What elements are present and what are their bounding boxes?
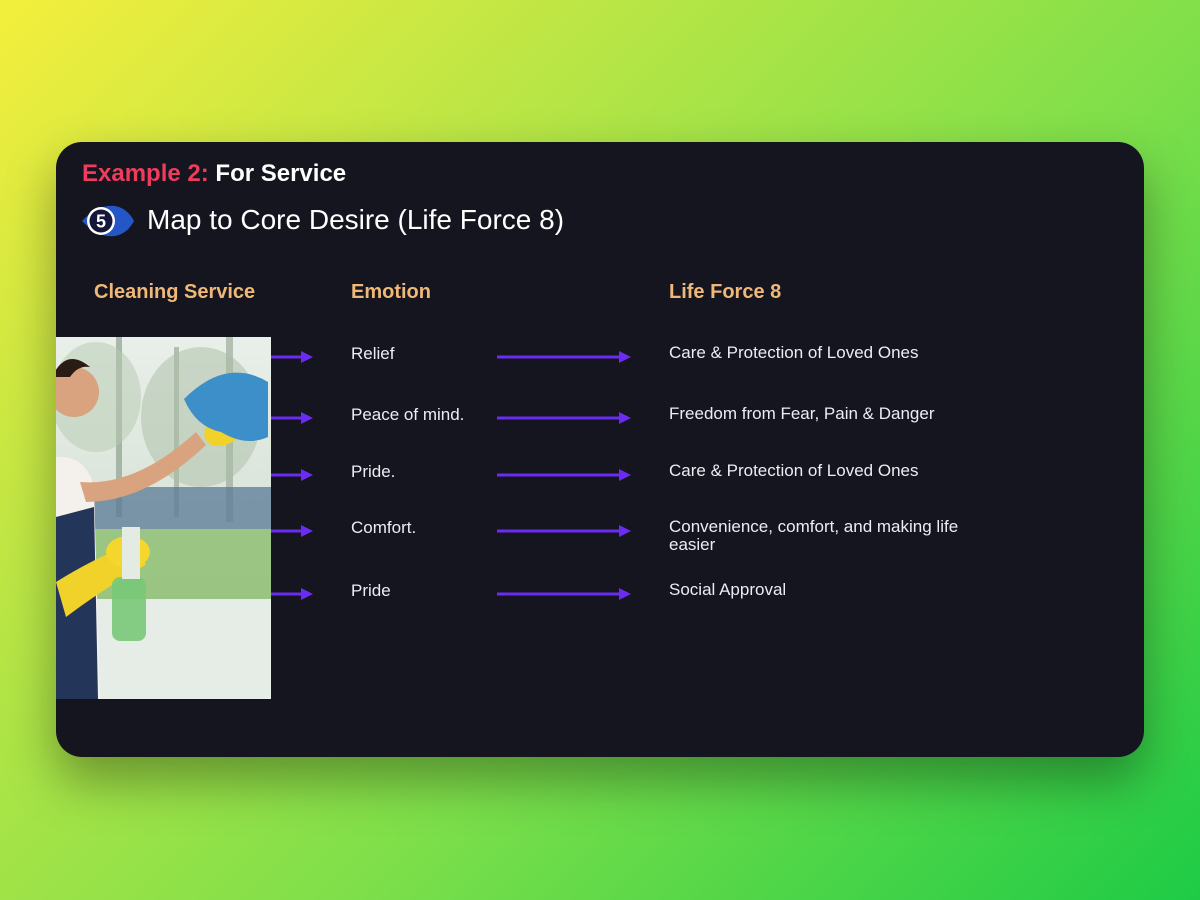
arrow-right-icon: [497, 524, 631, 538]
emotion-label: Pride: [351, 581, 391, 600]
column-header-emotion: Emotion: [351, 281, 431, 303]
column-header-service: Cleaning Service: [94, 281, 256, 303]
arrow-right-icon: [271, 468, 313, 482]
arrow-right-icon-shape: [497, 525, 631, 537]
slide-card: Example 2: For Service 5 Map to Core Des…: [56, 142, 1144, 757]
emotion-label: Peace of mind.: [351, 405, 465, 424]
emotion-label: Relief: [351, 344, 395, 363]
mapping-row: Pride Social Approval: [56, 581, 1144, 621]
life-force-label: Convenience, comfort, and making life ea…: [669, 517, 959, 554]
arrow-right-icon-shape: [497, 351, 631, 363]
column-header-life-force: Life Force 8: [669, 281, 782, 303]
example-label: Example 2:: [82, 160, 209, 187]
step-number: 5: [96, 212, 106, 232]
mapping-row: Relief Care & Protection of Loved Ones: [56, 344, 1144, 384]
arrow-right-icon-shape: [271, 412, 313, 424]
example-title: Example 2: For Service: [82, 160, 346, 188]
arrow-right-icon: [271, 524, 313, 538]
life-force-label: Care & Protection of Loved Ones: [669, 461, 919, 480]
life-force-label: Care & Protection of Loved Ones: [669, 343, 919, 362]
arrow-right-icon-shape: [497, 412, 631, 424]
arrow-right-icon: [497, 468, 631, 482]
life-force-label: Freedom from Fear, Pain & Danger: [669, 404, 935, 423]
arrow-right-icon-shape: [271, 525, 313, 537]
arrow-right-icon: [271, 350, 313, 364]
mapping-row: Comfort. Convenience, comfort, and making…: [56, 518, 1144, 558]
arrow-right-icon-shape: [271, 588, 313, 600]
example-topic: For Service: [215, 160, 347, 187]
mapping-row: Pride. Care & Protection of Loved Ones: [56, 462, 1144, 502]
arrow-right-icon-shape: [497, 588, 631, 600]
life-force-label: Social Approval: [669, 580, 787, 599]
arrow-right-icon-shape: [271, 351, 313, 363]
arrow-right-icon: [497, 411, 631, 425]
arrow-right-icon: [497, 587, 631, 601]
arrow-right-icon: [497, 350, 631, 364]
step-badge-icon: 5: [80, 202, 136, 240]
arrow-right-icon-shape: [497, 469, 631, 481]
arrow-right-icon-shape: [271, 469, 313, 481]
arrow-right-icon: [271, 587, 313, 601]
mapping-row: Peace of mind. Freedom from Fear, Pain & …: [56, 405, 1144, 445]
emotion-label: Pride.: [351, 462, 396, 481]
emotion-label: Comfort.: [351, 518, 417, 537]
step-title: Map to Core Desire (Life Force 8): [147, 204, 565, 235]
arrow-right-icon: [271, 411, 313, 425]
